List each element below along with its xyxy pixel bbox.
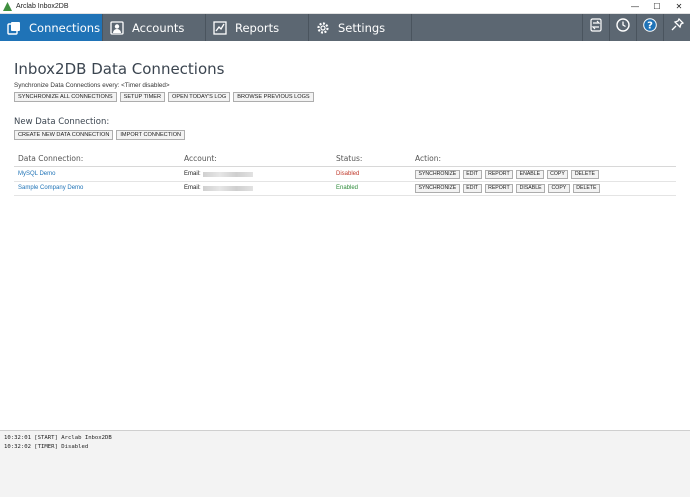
import-connection-button[interactable]: IMPORT CONNECTION: [116, 130, 186, 140]
copy-button[interactable]: COPY: [546, 170, 569, 179]
page-title: Inbox2DB Data Connections: [14, 60, 225, 78]
timer-button[interactable]: [609, 14, 636, 41]
close-button[interactable]: ✕: [668, 0, 690, 14]
redacted-email: [202, 171, 253, 177]
account-cell: Email:: [184, 171, 253, 177]
settings-icon: [316, 21, 330, 35]
synchronize-button[interactable]: SYNCHRONIZE: [415, 184, 460, 193]
main-navigation: Connections Accounts Reports Settings ?: [0, 14, 690, 41]
connection-name-link[interactable]: MySQL Demo: [18, 171, 55, 177]
report-button[interactable]: REPORT: [484, 184, 514, 193]
clock-icon: [616, 18, 630, 37]
header-account: Account:: [184, 154, 217, 163]
edit-button[interactable]: EDIT: [462, 170, 482, 179]
app-logo-icon: [3, 2, 12, 11]
svg-text:?: ?: [647, 21, 653, 32]
account-prefix: Email:: [184, 171, 201, 177]
reports-icon: [213, 20, 227, 35]
help-icon: ?: [643, 18, 657, 37]
tab-label: Settings: [338, 20, 386, 35]
setup-timer-button[interactable]: SETUP TIMER: [119, 92, 165, 102]
edit-button[interactable]: EDIT: [462, 184, 482, 193]
account-cell: Email:: [184, 185, 253, 191]
connections-icon: [7, 21, 21, 35]
pin-icon: [670, 17, 685, 37]
tab-settings[interactable]: Settings: [309, 14, 412, 41]
pin-button[interactable]: [663, 14, 690, 41]
sync-button-row: SYNCHRONIZE ALL CONNECTIONS SETUP TIMER …: [14, 92, 314, 102]
disable-button[interactable]: DISABLE: [516, 184, 546, 193]
window-title: Arclab Inbox2DB: [16, 3, 69, 10]
synchronize-all-button[interactable]: SYNCHRONIZE ALL CONNECTIONS: [14, 92, 117, 102]
table-row: Sample Company Demo Email: Enabled SYNCH…: [14, 182, 676, 196]
tab-label: Reports: [235, 20, 280, 35]
delete-button[interactable]: DELETE: [571, 170, 599, 179]
connections-table-header: Data Connection: Account: Status: Action…: [14, 153, 676, 167]
header-status: Status:: [336, 154, 363, 163]
report-button[interactable]: REPORT: [484, 170, 514, 179]
help-button[interactable]: ?: [636, 14, 663, 41]
row-actions: SYNCHRONIZE EDIT REPORT ENABLE COPY DELE…: [415, 170, 599, 179]
sync-icon: [589, 18, 603, 37]
enable-button[interactable]: ENABLE: [516, 170, 544, 179]
table-row: MySQL Demo Email: Disabled SYNCHRONIZE E…: [14, 168, 676, 182]
account-prefix: Email:: [184, 185, 201, 191]
create-new-connection-button[interactable]: CREATE NEW DATA CONNECTION: [14, 130, 114, 140]
copy-button[interactable]: COPY: [548, 184, 570, 193]
delete-button[interactable]: DELETE: [572, 184, 600, 193]
status-badge: Enabled: [336, 185, 359, 191]
new-connection-button-row: CREATE NEW DATA CONNECTION IMPORT CONNEC…: [14, 130, 186, 140]
status-badge: Disabled: [336, 171, 360, 177]
header-action: Action:: [415, 154, 442, 163]
tab-accounts[interactable]: Accounts: [103, 14, 206, 41]
connection-name-link[interactable]: Sample Company Demo: [18, 185, 83, 191]
new-connection-heading: New Data Connection:: [14, 117, 110, 127]
sync-button[interactable]: [582, 14, 609, 41]
tab-label: Connections: [29, 20, 101, 35]
tab-connections[interactable]: Connections: [0, 14, 103, 41]
accounts-icon: [110, 20, 124, 35]
maximize-button[interactable]: ☐: [646, 0, 668, 14]
tab-reports[interactable]: Reports: [206, 14, 309, 41]
row-actions: SYNCHRONIZE EDIT REPORT DISABLE COPY DEL…: [415, 184, 600, 193]
sync-interval-text: Synchronize Data Connections every: <Tim…: [14, 82, 170, 89]
log-panel[interactable]: 10:32:01 [START] Arclab Inbox2DB 10:32:0…: [0, 430, 690, 497]
browse-previous-logs-button[interactable]: BROWSE PREVIOUS LOGS: [233, 92, 314, 102]
synchronize-button[interactable]: SYNCHRONIZE: [415, 170, 460, 179]
minimize-button[interactable]: —: [624, 0, 646, 14]
title-bar: Arclab Inbox2DB — ☐ ✕: [0, 0, 690, 14]
window-controls: — ☐ ✕: [624, 0, 690, 14]
log-line: 10:32:02 [TIMER] Disabled: [4, 444, 89, 450]
redacted-email: [202, 185, 253, 191]
tab-label: Accounts: [132, 20, 185, 35]
header-data-connection: Data Connection:: [18, 154, 84, 163]
toolbar-right: ?: [582, 14, 690, 41]
open-todays-log-button[interactable]: OPEN TODAY'S LOG: [168, 92, 231, 102]
log-line: 10:32:01 [START] Arclab Inbox2DB: [4, 435, 112, 441]
